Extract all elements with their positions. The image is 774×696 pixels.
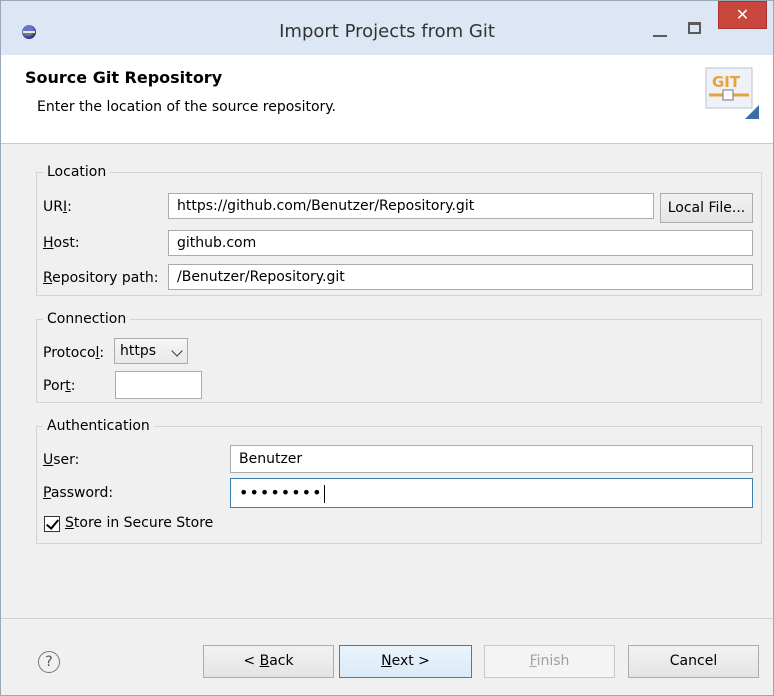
maximize-button[interactable] xyxy=(683,18,707,40)
page-description: Enter the location of the source reposit… xyxy=(37,99,337,115)
protocol-select-value: https xyxy=(120,343,157,359)
next-button-text: ext > xyxy=(391,653,430,669)
wizard-header: Source Git Repository Enter the location… xyxy=(1,55,773,144)
protocol-select[interactable]: https xyxy=(114,338,188,364)
password-label-mnemonic: P xyxy=(43,485,51,501)
uri-label: URI: xyxy=(43,199,72,215)
host-label-mnemonic: H xyxy=(43,235,54,251)
finish-button-mnemonic: F xyxy=(529,653,537,669)
password-label: Password: xyxy=(43,485,113,501)
authentication-group-label: Authentication xyxy=(43,417,154,435)
text-caret xyxy=(323,485,325,503)
cancel-button[interactable]: Cancel xyxy=(628,645,759,678)
repository-path-label-text: epository path: xyxy=(52,270,159,286)
git-logo-icon: GIT xyxy=(705,67,759,119)
repository-path-input[interactable]: /Benutzer/Repository.git xyxy=(168,264,753,290)
minimize-button[interactable] xyxy=(648,20,672,42)
user-label-mnemonic: U xyxy=(43,452,54,468)
next-button[interactable]: Next > xyxy=(339,645,472,678)
protocol-label-colon: : xyxy=(99,345,105,361)
user-label-text: ser: xyxy=(53,452,80,468)
host-label-text: ost: xyxy=(53,235,80,251)
back-button-mnemonic: B xyxy=(259,653,270,669)
close-button[interactable]: ✕ xyxy=(718,1,767,29)
password-input[interactable]: •••••••• xyxy=(230,478,753,508)
password-value: •••••••• xyxy=(239,483,323,502)
user-input[interactable]: Benutzer xyxy=(230,445,753,473)
port-input[interactable] xyxy=(115,371,202,399)
protocol-label: Protocol: xyxy=(43,345,104,361)
port-label: Port: xyxy=(43,378,75,394)
user-label: User: xyxy=(43,452,79,468)
store-secure-label-mnemonic: S xyxy=(65,515,74,531)
next-button-mnemonic: N xyxy=(381,653,392,669)
protocol-label-text: Protoco xyxy=(43,345,96,361)
uri-input[interactable]: https://github.com/Benutzer/Repository.g… xyxy=(168,193,654,219)
page-title: Source Git Repository xyxy=(25,68,223,87)
location-group-label: Location xyxy=(43,163,111,181)
local-file-button[interactable]: Local File... xyxy=(660,193,753,223)
footer-divider xyxy=(1,618,773,619)
repository-path-label-mnemonic: R xyxy=(43,270,53,286)
connection-group-label: Connection xyxy=(43,310,131,328)
uri-label-colon: : xyxy=(67,199,72,215)
back-button-prefix: < xyxy=(243,653,260,669)
dialog-window: Import Projects from Git ✕ Source Git Re… xyxy=(0,0,774,696)
finish-button[interactable]: Finish xyxy=(484,645,615,678)
password-label-text: assword: xyxy=(50,485,114,501)
store-secure-checkbox[interactable] xyxy=(44,516,60,532)
back-button-text: ack xyxy=(269,653,294,669)
host-input[interactable]: github.com xyxy=(168,230,753,256)
help-icon[interactable]: ? xyxy=(38,651,60,673)
host-label: Host: xyxy=(43,235,80,251)
git-logo-text: GIT xyxy=(712,73,741,91)
finish-button-text: inish xyxy=(536,653,570,669)
back-button[interactable]: < Back xyxy=(203,645,334,678)
store-secure-label[interactable]: Store in Secure Store xyxy=(65,515,213,531)
repository-path-label: Repository path: xyxy=(43,270,158,286)
store-secure-label-text: tore in Secure Store xyxy=(73,515,214,531)
chevron-down-icon xyxy=(171,345,183,357)
title-bar: Import Projects from Git ✕ xyxy=(1,1,773,55)
uri-label-text: UR xyxy=(43,199,63,215)
port-label-colon: : xyxy=(70,378,76,394)
port-label-text: Por xyxy=(43,378,66,394)
